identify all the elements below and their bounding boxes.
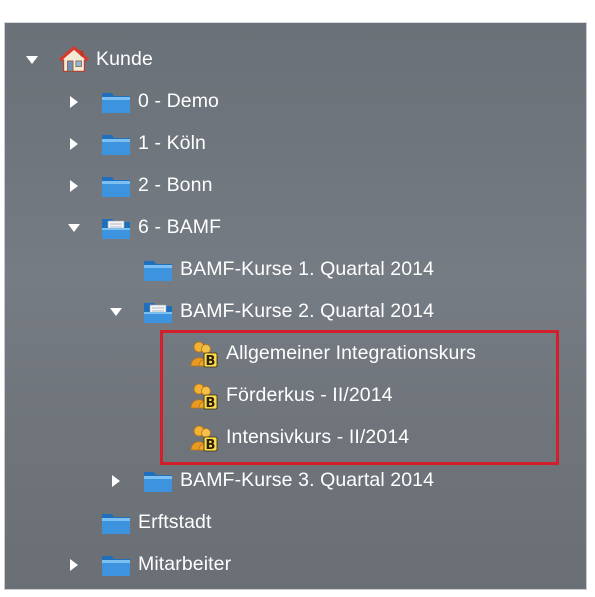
folder-icon <box>101 552 131 578</box>
open-folder-icon <box>143 299 173 325</box>
svg-text:B: B <box>206 396 216 410</box>
tree-node-bonn[interactable]: 2 - Bonn <box>67 166 213 206</box>
course-group-icon: B <box>189 383 219 410</box>
tree-node-course-intensivkurs[interactable]: B Intensivkurs - II/2014 <box>155 418 409 458</box>
tree-node-bamf[interactable]: 6 - BAMF <box>67 208 221 248</box>
tree-node-label: 0 - Demo <box>138 90 219 113</box>
folder-icon <box>101 510 131 536</box>
tree-node-bamf-q2[interactable]: BAMF-Kurse 2. Quartal 2014 <box>109 292 434 332</box>
course-group-icon: B <box>189 425 219 452</box>
collapsed-arrow-icon[interactable] <box>109 474 123 488</box>
tree-node-bamf-q1[interactable]: BAMF-Kurse 1. Quartal 2014 <box>109 250 434 290</box>
tree-node-label: Erftstadt <box>138 511 212 534</box>
collapsed-arrow-icon[interactable] <box>67 137 81 151</box>
tree-node-erftstadt[interactable]: Erftstadt <box>67 503 212 543</box>
folder-icon <box>101 89 131 115</box>
tree-node-course-allgemeiner[interactable]: B Allgemeiner Integrationskurs <box>155 334 476 374</box>
tree-node-label: BAMF-Kurse 2. Quartal 2014 <box>180 300 435 323</box>
tree-node-course-foerderkus[interactable]: B Förderkus - II/2014 <box>155 376 393 416</box>
home-icon <box>59 46 89 73</box>
tree-node-kunde[interactable]: Kunde <box>25 40 153 80</box>
tree-node-mitarbeiter[interactable]: Mitarbeiter <box>67 545 231 585</box>
tree-node-demo[interactable]: 0 - Demo <box>67 82 219 122</box>
tree-panel: Kunde 0 - Demo 1 - Köln 2 - Bonn 6 - BAM… <box>4 22 587 590</box>
tree-node-label: Allgemeiner Integrationskurs <box>226 342 476 365</box>
expanded-arrow-icon[interactable] <box>67 221 81 235</box>
tree-node-label: 2 - Bonn <box>138 174 213 197</box>
tree-node-label: 1 - Köln <box>138 132 207 155</box>
tree-node-label: 6 - BAMF <box>138 216 222 239</box>
svg-text:B: B <box>206 438 216 452</box>
tree-node-label: Intensivkurs - II/2014 <box>226 426 410 449</box>
tree-node-bamf-q3[interactable]: BAMF-Kurse 3. Quartal 2014 <box>109 461 434 501</box>
tree-node-label: Mitarbeiter <box>138 553 232 576</box>
folder-icon <box>101 173 131 199</box>
tree-node-label: Förderkus - II/2014 <box>226 384 393 407</box>
folder-icon <box>143 468 173 494</box>
folder-tree: Kunde 0 - Demo 1 - Köln 2 - Bonn 6 - BAM… <box>5 23 586 589</box>
open-folder-icon <box>101 215 131 241</box>
tree-node-label: BAMF-Kurse 1. Quartal 2014 <box>180 258 435 281</box>
folder-icon <box>143 257 173 283</box>
collapsed-arrow-icon[interactable] <box>67 558 81 572</box>
tree-node-label: Kunde <box>96 48 153 71</box>
expanded-arrow-icon[interactable] <box>109 305 123 319</box>
collapsed-arrow-icon[interactable] <box>67 179 81 193</box>
collapsed-arrow-icon[interactable] <box>67 95 81 109</box>
svg-text:B: B <box>206 354 216 368</box>
course-group-icon: B <box>189 341 219 368</box>
tree-node-label: BAMF-Kurse 3. Quartal 2014 <box>180 469 435 492</box>
folder-icon <box>101 131 131 157</box>
expanded-arrow-icon[interactable] <box>25 53 39 67</box>
tree-node-koeln[interactable]: 1 - Köln <box>67 124 206 164</box>
